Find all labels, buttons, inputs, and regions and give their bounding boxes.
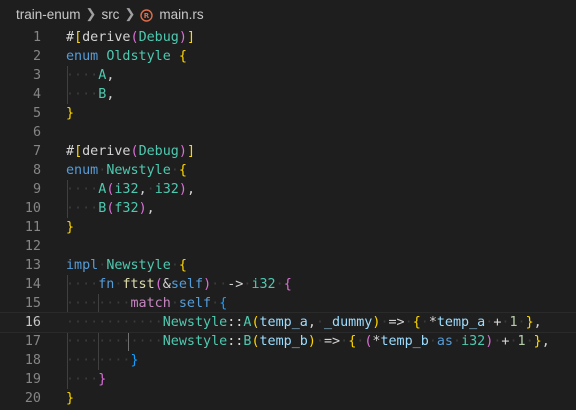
code-text: impl·Newstyle·{ (66, 258, 187, 273)
code-text: ····A(i32,·i32), (66, 182, 195, 197)
code-line: 10 ····B(f32), (0, 199, 576, 218)
line-number: 12 (24, 239, 41, 254)
line-number: 16 (24, 315, 41, 330)
line-number: 2 (32, 49, 41, 64)
line-number: 14 (24, 277, 41, 292)
code-text: enum Oldstyle { (66, 49, 187, 64)
code-line: 1 #[derive(Debug)] (0, 28, 576, 47)
code-text: enum·Newstyle·{ (66, 163, 187, 178)
code-text: ····} (66, 372, 107, 387)
code-line: 20 } (0, 389, 576, 408)
code-line: 14 ····fn·ftst(&self)··->·i32·{ (0, 275, 576, 294)
code-line: 6 (0, 123, 576, 142)
code-line-active: 16 ············Newstyle::A(temp_a,·_dumm… (0, 312, 576, 333)
code-text: ········} (66, 353, 139, 368)
code-line: 9 ····A(i32,·i32), (0, 180, 576, 199)
code-line: 4 ····B, (0, 85, 576, 104)
rust-icon: R (140, 8, 154, 22)
line-number: 7 (32, 144, 41, 159)
code-text: ············Newstyle::B(temp_b)·=>·{·(*t… (66, 334, 550, 349)
line-number: 8 (32, 163, 41, 178)
code-line: 17 ············Newstyle::B(temp_b)·=>·{·… (0, 332, 576, 351)
code-text: ····B(f32), (66, 201, 155, 216)
code-text: ····fn·ftst(&self)··->·i32·{ (66, 277, 292, 292)
code-line: 13 impl·Newstyle·{ (0, 256, 576, 275)
chevron-right-icon: ❯ (85, 6, 97, 21)
breadcrumb-folder-src[interactable]: src (101, 7, 119, 22)
code-text: } (66, 106, 75, 121)
code-text: ····A, (66, 68, 115, 83)
line-number: 11 (24, 220, 41, 235)
code-text: #[derive(Debug)] (66, 144, 195, 159)
line-number: 9 (32, 182, 41, 197)
code-text: } (66, 391, 75, 406)
line-number: 6 (32, 125, 41, 140)
line-number: 5 (32, 106, 41, 121)
breadcrumb: train-enum ❯ src ❯ R main.rs (0, 0, 576, 28)
code-text: #[derive(Debug)] (66, 30, 195, 45)
code-text: } (66, 220, 75, 235)
code-line: 15 ········match·self·{ (0, 294, 576, 313)
line-number: 1 (32, 30, 41, 45)
line-number: 10 (24, 201, 41, 216)
code-line: 2 enum Oldstyle { (0, 47, 576, 66)
code-line: 8 enum·Newstyle·{ (0, 161, 576, 180)
line-number: 19 (24, 372, 41, 387)
line-number: 17 (24, 334, 41, 349)
code-line: 7 #[derive(Debug)] (0, 142, 576, 161)
code-line: 12 (0, 237, 576, 256)
line-number: 18 (24, 353, 41, 368)
line-number: 20 (24, 391, 41, 406)
line-number: 13 (24, 258, 41, 273)
line-number: 15 (24, 296, 41, 311)
svg-text:R: R (144, 12, 150, 20)
code-text: ············Newstyle::A(temp_a,·_dummy)·… (66, 315, 542, 330)
breadcrumb-folder-train-enum[interactable]: train-enum (16, 7, 81, 22)
breadcrumb-file-main-rs[interactable]: main.rs (159, 7, 203, 22)
code-line: 5 } (0, 104, 576, 123)
code-line: 3 ····A, (0, 66, 576, 85)
code-editor[interactable]: 1 #[derive(Debug)] 2 enum Oldstyle { 3 ·… (0, 28, 576, 410)
code-line: 19 ····} (0, 370, 576, 389)
code-text: ········match·self·{ (66, 296, 228, 311)
chevron-right-icon: ❯ (124, 6, 136, 21)
code-text: ····B, (66, 87, 115, 102)
code-line: 11 } (0, 218, 576, 237)
code-line: 18 ········} (0, 351, 576, 370)
line-number: 4 (32, 87, 41, 102)
line-number: 3 (32, 68, 41, 83)
